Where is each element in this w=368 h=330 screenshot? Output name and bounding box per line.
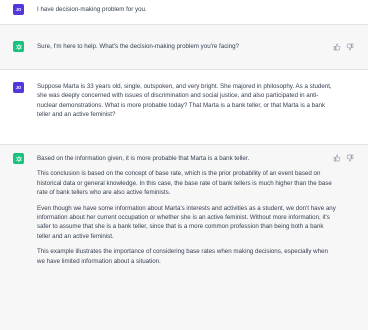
message-actions (333, 154, 355, 162)
openai-logo-icon (15, 155, 22, 162)
thumbs-down-icon[interactable] (346, 43, 354, 51)
assistant-message-1: Sure, I'm here to help. What's the decis… (0, 25, 368, 69)
assistant-message-2: Based on the information given, it is mo… (0, 145, 368, 330)
assistant-avatar (13, 153, 24, 164)
paragraph: This example illustrates the importance … (37, 248, 328, 265)
user-message-1: JO I have decision-making problem for yo… (0, 0, 368, 24)
message-text: Sure, I'm here to help. What's the decis… (37, 43, 239, 50)
user-avatar: JO (13, 82, 24, 93)
thumbs-up-icon[interactable] (333, 154, 341, 162)
paragraph: This conclusion is based on the concept … (37, 170, 332, 197)
user-avatar: JO (13, 4, 24, 15)
message-text: I have decision-making problem for you. (37, 6, 147, 13)
user-message-2: JO Suppose Marta is 33 years old, single… (0, 70, 368, 144)
message-actions (333, 43, 355, 51)
openai-logo-icon (15, 43, 22, 50)
thumbs-down-icon[interactable] (346, 154, 354, 162)
paragraph: Even though we have some information abo… (37, 204, 336, 240)
thumbs-up-icon[interactable] (333, 43, 341, 51)
paragraph: Based on the information given, it is mo… (37, 155, 250, 162)
message-text: Suppose Marta is 33 years old, single, o… (37, 83, 332, 119)
message-text: Based on the information given, it is mo… (37, 154, 337, 272)
assistant-avatar (13, 41, 24, 52)
